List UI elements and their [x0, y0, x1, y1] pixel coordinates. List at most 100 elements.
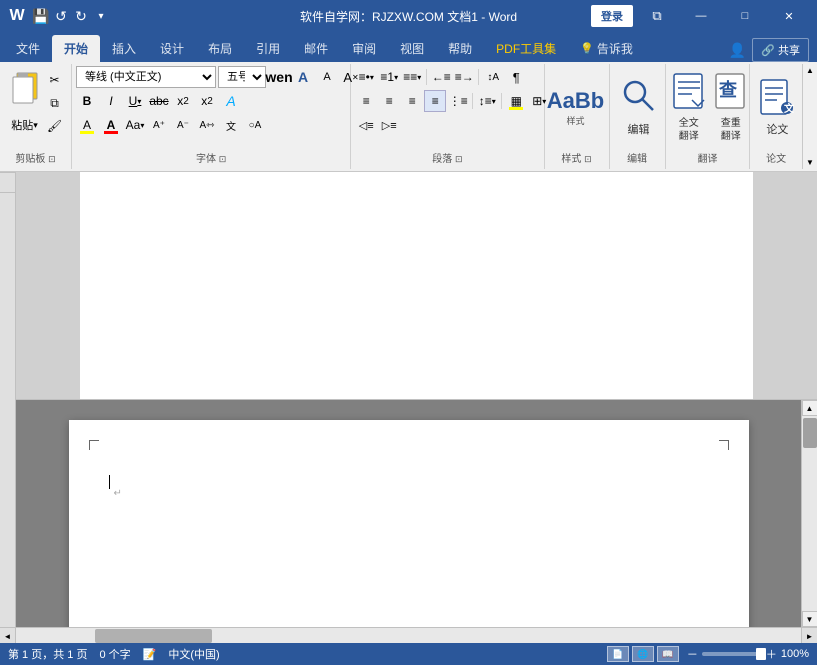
font-color-button[interactable]: A: [100, 114, 122, 136]
align-center-button[interactable]: ≡: [378, 90, 400, 112]
editing-group-label: 编辑: [610, 150, 665, 165]
hscroll-thumb[interactable]: [95, 629, 213, 643]
char-scale-down-button[interactable]: A⁻: [172, 114, 194, 136]
hscroll-track[interactable]: [16, 628, 801, 643]
title-bar-left: W 💾 ↺ ↻ ▾: [8, 7, 110, 25]
app-icon: W: [8, 7, 26, 25]
ribbon-scroll-down[interactable]: ▼: [806, 158, 814, 167]
superscript-button[interactable]: x2: [196, 90, 218, 112]
align-right-button[interactable]: ≡: [401, 90, 423, 112]
close-button[interactable]: ✕: [769, 0, 809, 32]
hscroll-right-button[interactable]: ►: [801, 628, 817, 644]
tab-layout[interactable]: 布局: [196, 35, 244, 62]
increase-para-indent-button[interactable]: ▷≡: [378, 114, 400, 136]
more-quick-access-icon[interactable]: ▾: [92, 7, 110, 25]
copy-button[interactable]: ⧉: [45, 93, 65, 113]
align-left-button[interactable]: ≡: [355, 90, 377, 112]
cut-button[interactable]: ✂: [45, 70, 65, 90]
tab-pdf[interactable]: PDF工具集: [484, 35, 568, 62]
tab-tellme[interactable]: 💡告诉我: [568, 35, 645, 62]
document-page: ↵: [69, 420, 749, 627]
read-view-button[interactable]: 📖: [657, 646, 679, 662]
user-area[interactable]: 👤: [729, 42, 746, 59]
decrease-para-indent-button[interactable]: ◁≡: [355, 114, 377, 136]
full-translate-button[interactable]: 全文翻译: [670, 72, 708, 143]
tab-home[interactable]: 开始: [52, 35, 100, 62]
font-family-selector[interactable]: 等线 (中文正文): [76, 66, 216, 88]
save-icon[interactable]: 💾: [32, 7, 50, 25]
subscript-button[interactable]: x2: [172, 90, 194, 112]
text-effect-button[interactable]: A: [220, 90, 242, 112]
justify-button[interactable]: ≡: [424, 90, 446, 112]
font-size-selector[interactable]: 五号: [218, 66, 266, 88]
document-area[interactable]: ↵: [16, 400, 801, 627]
format-paint-button[interactable]: 🖌: [45, 116, 65, 136]
bullet-list-button[interactable]: ≡• ▾: [355, 66, 377, 88]
paste-label: 粘贴▾: [11, 117, 38, 133]
restore-button[interactable]: □: [725, 0, 765, 32]
svg-text:文: 文: [784, 102, 795, 115]
char-scale-up-button[interactable]: A⁺: [148, 114, 170, 136]
horizontal-scroll-area: ◄ ►: [0, 627, 817, 643]
login-button[interactable]: 登录: [591, 5, 633, 27]
scroll-down-button[interactable]: ▼: [802, 611, 817, 627]
zoom-thumb[interactable]: [756, 648, 766, 660]
scroll-track[interactable]: [802, 416, 817, 611]
font-size-up-icon[interactable]: wen: [268, 66, 290, 88]
web-view-button[interactable]: 🌐: [632, 646, 654, 662]
italic-button[interactable]: I: [100, 90, 122, 112]
ribbon-scroll-up[interactable]: ▲: [806, 66, 814, 75]
tab-mailing[interactable]: 邮件: [292, 35, 340, 62]
font-size-large-button[interactable]: A: [292, 66, 314, 88]
column-layout-button[interactable]: ⋮≡: [447, 90, 469, 112]
scroll-up-button[interactable]: ▲: [802, 400, 817, 416]
enclose-button[interactable]: ○A: [244, 114, 266, 136]
styles-button[interactable]: AaBb 样式: [549, 75, 603, 141]
clipboard-label: 剪贴板 ⊡: [0, 150, 71, 165]
translate-group-label: 翻译: [666, 150, 750, 165]
hscroll-left-button[interactable]: ◄: [0, 628, 16, 644]
tab-references[interactable]: 引用: [244, 35, 292, 62]
zoom-out-button[interactable]: －: [687, 646, 698, 662]
phonetic-button[interactable]: 文: [220, 114, 242, 136]
status-bar: 第 1 页，共 1 页 0 个字 📝 中文(中国) 📄 🌐 📖 － ＋ 100%: [0, 643, 817, 665]
print-view-button[interactable]: 📄: [607, 646, 629, 662]
tab-insert[interactable]: 插入: [100, 35, 148, 62]
case-button[interactable]: Aa ▾: [124, 114, 146, 136]
paper-button[interactable]: 文 论文: [754, 78, 800, 137]
redo-icon[interactable]: ↻: [72, 7, 90, 25]
shading-button[interactable]: ▦: [505, 90, 527, 112]
zoom-slider[interactable]: [702, 652, 762, 656]
line-spacing-button[interactable]: ↕≡ ▾: [476, 90, 498, 112]
title-bar-controls: 登录 ⧉ — □ ✕: [591, 0, 809, 32]
highlight-color-button[interactable]: A: [76, 114, 98, 136]
share-button[interactable]: 🔗 共享: [752, 38, 809, 62]
ribbon-content: 粘贴▾ ✂ ⧉ 🖌 剪贴板 ⊡ 等线 (中文正文) 五号 wen: [0, 62, 817, 172]
query-translate-button[interactable]: 查 查重翻译: [712, 72, 750, 143]
styles-group: AaBb 样式 样式 ⊡: [545, 64, 610, 169]
underline-button[interactable]: U ▾: [124, 90, 146, 112]
char-spacing-button[interactable]: A⇿: [196, 114, 218, 136]
minimize-button[interactable]: —: [681, 0, 721, 32]
font-group-label: 字体 ⊡: [72, 150, 350, 165]
strikethrough-button[interactable]: abc: [148, 90, 170, 112]
undo-icon[interactable]: ↺: [52, 7, 70, 25]
window-mode-button[interactable]: ⧉: [637, 0, 677, 32]
tab-file[interactable]: 文件: [4, 35, 52, 62]
font-size-small-button[interactable]: A: [316, 66, 338, 88]
numbered-list-button[interactable]: ≡1 ▾: [378, 66, 400, 88]
scroll-thumb[interactable]: [803, 418, 817, 448]
tab-review[interactable]: 审阅: [340, 35, 388, 62]
tab-design[interactable]: 设计: [148, 35, 196, 62]
bold-button[interactable]: B: [76, 90, 98, 112]
tab-view[interactable]: 视图: [388, 35, 436, 62]
increase-indent-button[interactable]: ≡→: [453, 66, 475, 88]
find-replace-button[interactable]: 编辑: [614, 75, 664, 140]
decrease-indent-button[interactable]: ←≡: [430, 66, 452, 88]
paragraph-marks-button[interactable]: ¶: [505, 66, 527, 88]
paste-button[interactable]: 粘贴▾: [7, 69, 43, 133]
multilevel-list-button[interactable]: ≡≡ ▾: [401, 66, 423, 88]
sort-button[interactable]: ↕A: [482, 66, 504, 88]
tab-help[interactable]: 帮助: [436, 35, 484, 62]
zoom-in-button[interactable]: ＋: [766, 646, 777, 662]
